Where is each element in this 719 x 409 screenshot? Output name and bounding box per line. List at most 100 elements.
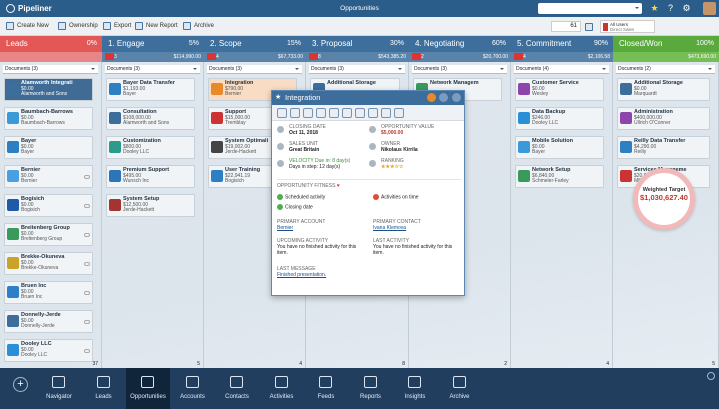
- opportunity-card[interactable]: Customization $800.00 Dooley LLC: [106, 136, 195, 159]
- opportunity-card[interactable]: Bruen Inc $0.00 Bruen Inc: [4, 281, 93, 304]
- stage-5[interactable]: 5. Commitment 90%: [511, 36, 613, 52]
- stage-name: 4. Negotiating: [415, 39, 465, 48]
- add-button[interactable]: +: [13, 377, 28, 392]
- opportunity-card[interactable]: Premium Support $495.00 Wunsch Inc: [106, 165, 195, 188]
- avatar[interactable]: [703, 2, 716, 15]
- create-new-label: Create New: [17, 23, 49, 29]
- search-icon[interactable]: [277, 107, 287, 118]
- document-icon[interactable]: [355, 107, 365, 118]
- opportunity-card[interactable]: Network Setup $6,840.00 Schmeler-Farley: [515, 165, 604, 188]
- opportunity-card[interactable]: Alamworth Integrati $0.00 Alamworth and So…: [4, 78, 93, 101]
- app-logo[interactable]: Pipeliner: [6, 4, 52, 13]
- opportunity-card[interactable]: Baumbach-Barrows $0.00 Baumbach-Barrows: [4, 107, 93, 130]
- opportunity-card[interactable]: Bogisich $0.00 Bogisich: [4, 194, 93, 217]
- nav-opportunities[interactable]: Opportunities: [126, 368, 170, 409]
- help-icon[interactable]: ?: [665, 3, 676, 14]
- upcoming-activity-field: UPCOMING ACTIVITY You have no finished ac…: [277, 238, 365, 256]
- delete-icon[interactable]: [394, 107, 404, 118]
- nav-activities[interactable]: Activities: [260, 368, 304, 409]
- check-count-icon: [412, 53, 421, 60]
- collapse-icon[interactable]: [707, 372, 715, 380]
- link-icon: [84, 320, 90, 324]
- documents-dropdown[interactable]: Documents (3): [207, 65, 302, 74]
- opportunity-card[interactable]: Consultation $108,000.00 Alamworth and Son…: [106, 107, 195, 130]
- task-icon[interactable]: [368, 107, 378, 118]
- create-new-button[interactable]: Create New: [6, 22, 49, 30]
- nav-navigator[interactable]: Navigator: [37, 368, 81, 409]
- pipeliner-logo-icon: [6, 4, 15, 13]
- ranking-stars: ★★★☆☆: [381, 164, 404, 170]
- ownership-label: Ownership: [69, 23, 98, 29]
- stage-0[interactable]: Leads 0%: [0, 36, 102, 52]
- opportunity-card[interactable]: Donnelly-Jerde $0.00 Donnelly-Jerde: [4, 310, 93, 333]
- weighted-target-badge[interactable]: Weighted Target $1,030,627.40: [633, 168, 695, 230]
- fire-icon[interactable]: [427, 93, 436, 102]
- users-filter[interactable]: All Users Direct Sales: [600, 20, 655, 33]
- nav-insights[interactable]: Insights: [393, 368, 437, 409]
- mail-icon[interactable]: [342, 107, 352, 118]
- close-icon[interactable]: [452, 93, 461, 102]
- nav-reports[interactable]: Reports: [349, 368, 393, 409]
- link-icon: [84, 175, 90, 179]
- opportunity-card[interactable]: System Setup $12,500.00 Jerde-Hackett: [106, 194, 195, 217]
- opportunity-card[interactable]: Customer Service $0.00 Wesley: [515, 78, 604, 101]
- edit-icon[interactable]: [303, 107, 313, 118]
- opportunity-card[interactable]: Data Backup $246.00 Dooley LLC: [515, 107, 604, 130]
- lost-icon[interactable]: [381, 107, 391, 118]
- export-icon: [103, 22, 111, 30]
- stage-3[interactable]: 3. Proposal 30%: [306, 36, 409, 52]
- opportunity-card[interactable]: Mobile Solution $0.00 Bayer: [515, 136, 604, 159]
- company-logo-icon: [109, 199, 121, 211]
- nav-accounts[interactable]: Accounts: [171, 368, 215, 409]
- contact-link[interactable]: Ivana Klemova: [373, 225, 461, 231]
- value-icon: [369, 126, 376, 133]
- opportunity-card[interactable]: Administration $400,000.00 Ullrich O'Conne…: [617, 107, 710, 130]
- ownership-button[interactable]: Ownership: [58, 22, 98, 30]
- filter-icon[interactable]: [585, 23, 593, 31]
- opportunity-card[interactable]: Dooley LLC $0.00 Dooley LLC: [4, 339, 93, 362]
- stage-value: $114,990.00: [173, 54, 201, 60]
- velocity-field: VELOCITY Due in: 8 day(s) Days in step: 1…: [289, 158, 350, 170]
- primary-account-field[interactable]: PRIMARY ACCOUNT Bernier: [277, 219, 365, 231]
- documents-dropdown[interactable]: Documents (3): [412, 65, 507, 74]
- refresh-icon[interactable]: [290, 107, 300, 118]
- company-logo-icon: [7, 141, 19, 153]
- gear-icon[interactable]: ⚙: [681, 3, 692, 14]
- account-link[interactable]: Bernier: [277, 225, 365, 231]
- opportunity-card[interactable]: Brekke-Okuneva $0.00 Brekke-Okuneva: [4, 252, 93, 275]
- stage-2[interactable]: 2. Scope 15%: [204, 36, 306, 52]
- documents-dropdown[interactable]: Documents (4): [514, 65, 609, 74]
- nav-leads[interactable]: Leads: [82, 368, 126, 409]
- primary-contact-field[interactable]: PRIMARY CONTACT Ivana Klemova: [373, 219, 461, 231]
- last-message-link[interactable]: Finished presentation.: [277, 272, 457, 278]
- documents-dropdown[interactable]: Documents (3): [105, 65, 200, 74]
- documents-dropdown[interactable]: Documents (3): [3, 65, 98, 74]
- documents-dropdown[interactable]: Documents (3): [309, 65, 405, 74]
- opportunity-card[interactable]: Additional Storage $0.00 Marquardt: [617, 78, 710, 101]
- nav-feeds[interactable]: Feeds: [304, 368, 348, 409]
- more-icon[interactable]: [439, 93, 448, 102]
- stage-summary-4: 2 $20,700.00: [409, 52, 511, 62]
- stage-1[interactable]: 1. Engage 5%: [102, 36, 204, 52]
- stage-6[interactable]: Closed/Won 100%: [613, 36, 719, 52]
- opportunity-card[interactable]: Reilly Data Transfer $4,290.00 Reilly: [617, 136, 710, 159]
- last-message-field[interactable]: LAST MESSAGE Finished presentation.: [277, 266, 457, 278]
- new-report-button[interactable]: New Report: [135, 22, 178, 30]
- opportunity-card[interactable]: Bayer $0.00 Bayer: [4, 136, 93, 159]
- opportunity-card[interactable]: Breitenberg Group $0.00 Breitenberg Group: [4, 223, 93, 246]
- nav-contacts[interactable]: Contacts: [215, 368, 259, 409]
- opportunity-card[interactable]: Bayer Data Transfer $1,193.00 Bayer: [106, 78, 195, 101]
- link-icon[interactable]: [329, 107, 339, 118]
- archive-button[interactable]: Archive: [183, 22, 214, 30]
- opportunity-card[interactable]: Bernier $0.00 Bernier: [4, 165, 93, 188]
- opp-value: $5,000.00: [381, 130, 404, 136]
- stage-4[interactable]: 4. Negotiating 60%: [409, 36, 511, 52]
- accounts-icon: [185, 376, 199, 388]
- documents-dropdown[interactable]: Documents (2): [616, 65, 715, 74]
- search-input[interactable]: [538, 3, 642, 14]
- nav-archive[interactable]: Archive: [438, 368, 482, 409]
- attach-icon[interactable]: [316, 107, 326, 118]
- star-icon[interactable]: ★: [649, 3, 660, 14]
- record-count[interactable]: 61: [551, 21, 581, 32]
- export-button[interactable]: Export: [103, 22, 131, 30]
